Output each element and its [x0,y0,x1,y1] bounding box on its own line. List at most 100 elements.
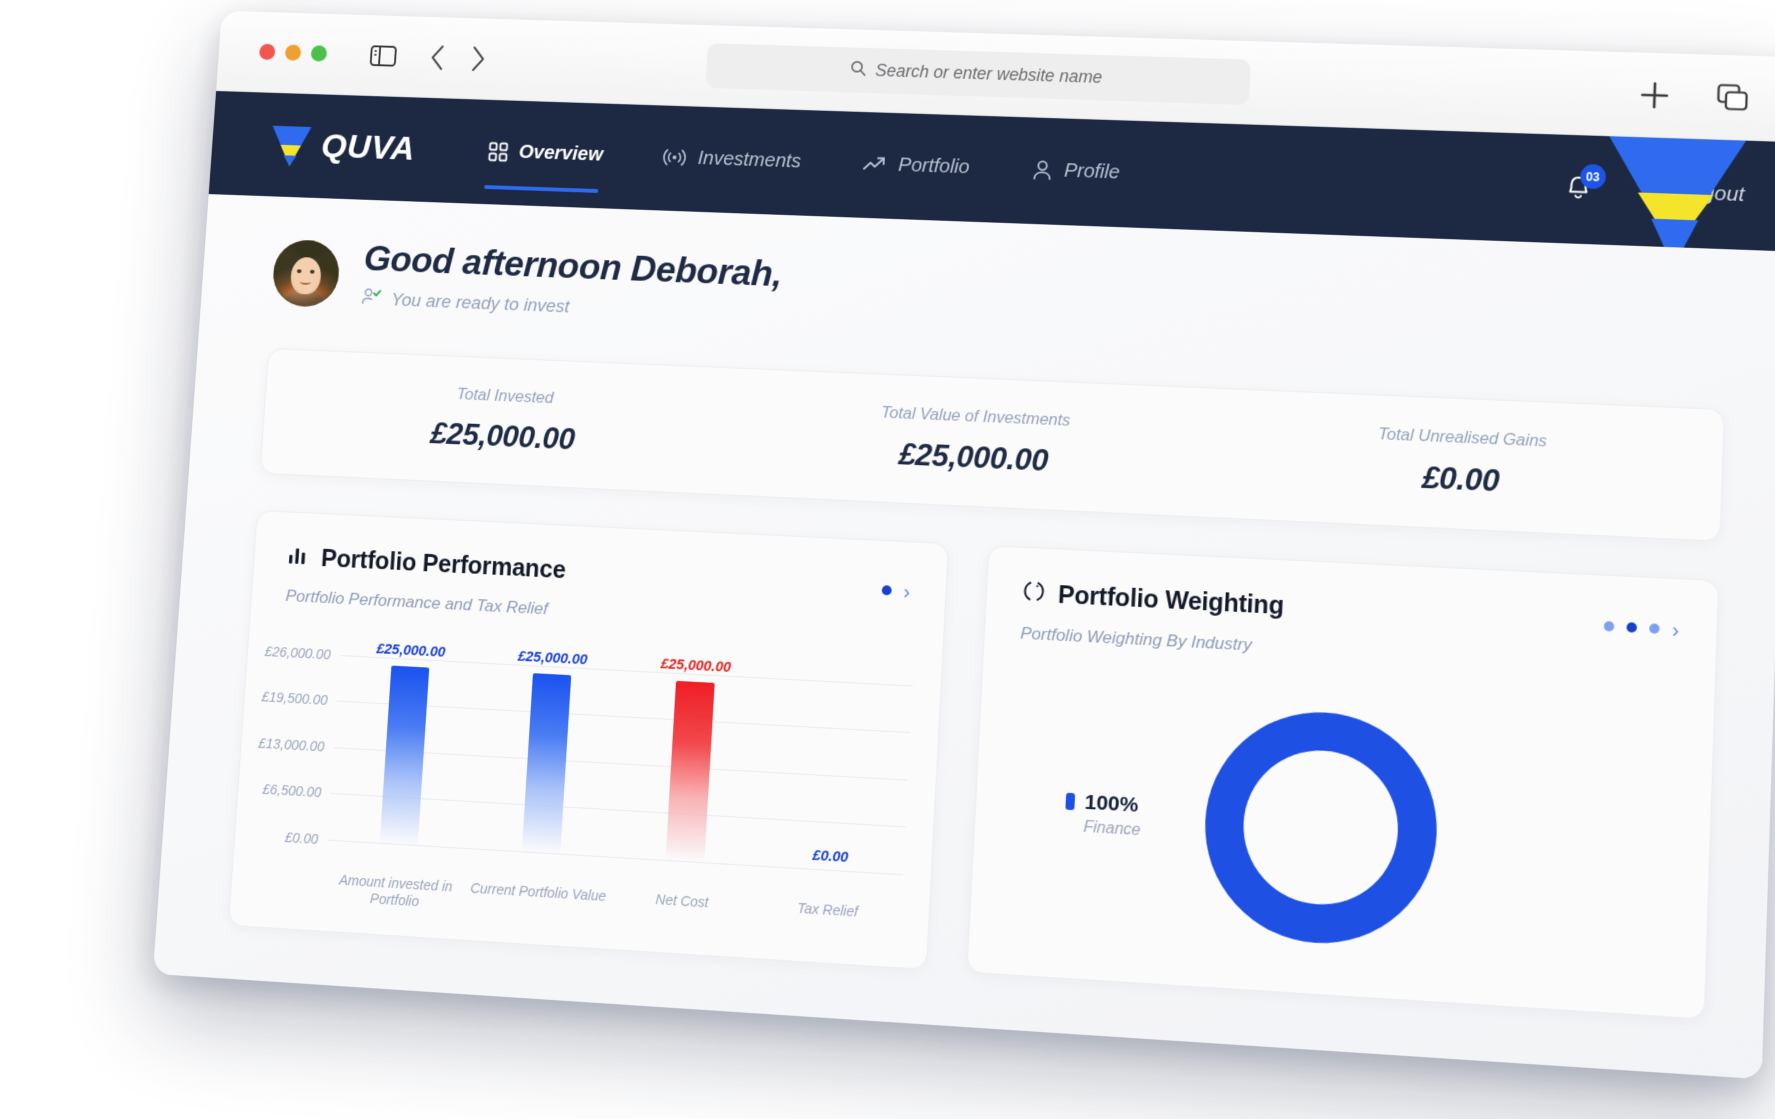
bar-value-label: £25,000.00 [660,657,731,676]
notification-badge: 03 [1580,164,1606,190]
x-tick-label: Amount invested in Portfolio [323,871,467,914]
search-icon [850,59,868,81]
forward-chevron-icon[interactable] [469,44,488,73]
bar-current-value[interactable] [521,673,570,854]
brand-name: QUVA [320,127,416,168]
nav-item-profile[interactable]: Profile [1027,149,1125,196]
next-chevron-icon[interactable]: › [1672,619,1680,641]
next-chevron-icon[interactable]: › [903,581,911,602]
status-badge: You are ready to invest [361,287,781,327]
bar-column[interactable]: £25,000.00 [469,664,623,858]
portfolio-performance-card: Portfolio Performance › Portfolio Perfor… [228,510,949,970]
bar-chart-icon [287,544,309,571]
bar-column[interactable]: £25,000.00 [612,671,767,866]
portfolio-weighting-card: Portfolio Weighting › Portfolio Weightin… [966,545,1719,1020]
pager-dot[interactable] [1649,624,1660,635]
back-chevron-icon[interactable] [428,43,447,72]
stat-total-value: Total Value of Investments £25,000.00 [735,398,1217,487]
close-window-button[interactable] [259,44,276,60]
brand-logo[interactable]: QUVA [268,124,416,170]
chrome-right-actions [1637,78,1767,115]
bar-net-cost[interactable] [665,681,714,863]
dashboard-page: Good afternoon Deborah, You are ready to… [153,194,1775,1079]
nav-item-portfolio[interactable]: Portfolio [858,143,975,190]
bar-value-label: £25,000.00 [376,642,446,661]
card-title: Portfolio Weighting [1057,581,1284,621]
stat-total-invested: Total Invested £25,000.00 [272,378,739,465]
dashboard-cards-row: Portfolio Performance › Portfolio Perfor… [228,510,1719,1020]
bar-column[interactable]: £0.00 [757,679,913,875]
bar-value-label: £25,000.00 [517,649,587,668]
chart-bars: £25,000.00 £25,000.00 £25,000.00 £0.00 [328,656,913,875]
donut-hole [1240,747,1401,909]
donut-chart-icon [1022,580,1046,609]
nav-item-investments[interactable]: Investments [658,136,806,184]
bar-value-label: £0.00 [812,848,848,866]
address-bar-placeholder: Search or enter website name [875,61,1103,88]
browser-window-wrapper: Search or enter website name QUVA Overvi… [153,11,1775,1079]
performance-chart: £26,000.00 £19,500.00 £13,000.00 £6,500.… [264,628,914,949]
y-tick-label: £13,000.00 [258,735,325,754]
donut-chart-finance[interactable] [1200,706,1441,950]
legend-percent: 100% [1084,791,1139,818]
pager-dot[interactable] [1604,621,1615,632]
logout-icon [1638,177,1665,208]
maximize-window-button[interactable] [311,45,328,61]
chart-x-labels: Amount invested in Portfolio Current Por… [323,871,901,941]
tab-overview-icon[interactable] [1714,81,1750,114]
donut-legend: 100% Finance [1010,787,1162,842]
brand-triangle-decoration [1596,136,1755,251]
y-tick-label: £26,000.00 [264,643,331,662]
performance-card-pager[interactable]: › [881,572,911,602]
grid-icon [487,141,508,162]
avatar [271,239,341,308]
y-tick-label: £0.00 [285,829,319,847]
screenshot-stage: Search or enter website name QUVA Overvi… [0,0,1775,1119]
x-tick-label: Net Cost [608,888,755,932]
y-tick-label: £6,500.00 [262,782,322,801]
card-title: Portfolio Performance [320,545,566,585]
browser-window: Search or enter website name QUVA Overvi… [153,11,1775,1079]
bell-icon [1564,172,1593,206]
window-controls[interactable] [259,44,327,62]
notifications-button[interactable]: 03 [1564,172,1593,206]
nav-item-portfolio-label: Portfolio [898,154,970,179]
quva-logo-icon [268,124,313,167]
browser-nav-arrows[interactable] [428,43,488,73]
chart-plot-area: £26,000.00 £19,500.00 £13,000.00 £6,500.… [328,656,913,875]
stat-value: £25,000.00 [272,410,737,465]
bar-tax-relief[interactable] [810,870,849,872]
nav-item-investments-label: Investments [697,147,801,173]
x-tick-label: Tax Relief [753,897,901,941]
nav-item-overview-label: Overview [518,141,603,166]
nav-item-profile-label: Profile [1064,160,1121,184]
page-title: Good afternoon Deborah, [363,240,783,294]
pager-dot[interactable] [1626,623,1637,634]
user-verified-icon [361,287,382,311]
minimize-window-button[interactable] [285,44,302,60]
bar-column[interactable]: £25,000.00 [328,656,481,849]
logout-button[interactable]: Logout [1638,177,1745,210]
greeting-section: Good afternoon Deborah, You are ready to… [271,236,1729,367]
card-subtitle: Portfolio Weighting By Industry [1020,624,1678,678]
stat-value: £0.00 [1214,451,1711,509]
status-text: You are ready to invest [391,289,571,317]
stat-unrealised-gains: Total Unrealised Gains £0.00 [1214,419,1713,510]
broadcast-icon [663,147,687,169]
address-bar[interactable]: Search or enter website name [705,43,1251,105]
sidebar-toggle-icon[interactable] [369,43,399,68]
logout-label: Logout [1678,181,1745,207]
nav-right-actions: 03 Logout [1564,172,1745,212]
y-tick-label: £19,500.00 [261,689,328,708]
user-icon [1031,159,1053,181]
primary-nav: Overview Investments Portfolio Profile [483,131,1125,196]
stat-label: Total Invested [275,378,738,416]
legend-label: Finance [1083,819,1161,842]
weighting-card-pager[interactable]: › [1603,608,1679,641]
stat-label: Total Unrealised Gains [1216,419,1712,459]
pager-dot[interactable] [882,586,892,596]
bar-amount-invested[interactable] [379,666,429,846]
plus-icon[interactable] [1637,78,1673,113]
x-tick-label: Current Portfolio Value [465,880,610,923]
nav-item-overview[interactable]: Overview [483,131,608,178]
